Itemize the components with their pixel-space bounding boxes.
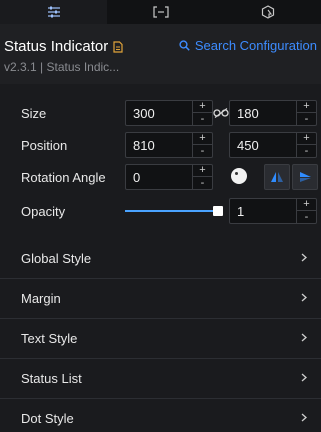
- tab-data[interactable]: [107, 0, 214, 24]
- section-label: Dot Style: [21, 411, 74, 426]
- section-status-list[interactable]: Status List: [0, 359, 321, 399]
- component-header: Status Indicator Search Configuration v2…: [0, 24, 321, 84]
- flip-horizontal-button[interactable]: [264, 164, 290, 190]
- document-icon[interactable]: [113, 40, 123, 53]
- opacity-value: 1: [237, 204, 245, 219]
- title-row: Status Indicator: [4, 38, 123, 55]
- position-y-value: 450: [237, 138, 259, 153]
- rotation-angle-stepper: + -: [192, 165, 212, 189]
- rotation-angle-input[interactable]: 0 + -: [125, 164, 213, 190]
- opacity-slider[interactable]: [125, 206, 223, 216]
- chevron-right-icon: [301, 293, 307, 302]
- position-x-value: 810: [133, 138, 155, 153]
- decrement-button[interactable]: -: [193, 145, 212, 157]
- tab-interaction[interactable]: [214, 0, 321, 24]
- interaction-icon: [261, 5, 274, 19]
- opacity-slider-fill: [125, 210, 218, 212]
- size-label: Size: [21, 106, 47, 121]
- decrement-button[interactable]: -: [297, 211, 316, 223]
- opacity-label: Opacity: [21, 204, 66, 219]
- chevron-right-icon: [301, 413, 307, 422]
- component-title: Status Indicator: [4, 38, 109, 55]
- position-x-input[interactable]: 810 + -: [125, 132, 213, 158]
- rotation-dial-indicator: [235, 172, 238, 175]
- increment-button[interactable]: +: [297, 133, 316, 145]
- increment-button[interactable]: +: [297, 199, 316, 211]
- decrement-button[interactable]: -: [193, 113, 212, 125]
- decrement-button[interactable]: -: [297, 145, 316, 157]
- section-global-style[interactable]: Global Style: [0, 239, 321, 279]
- search-icon: [179, 40, 190, 51]
- chevron-right-icon: [301, 373, 307, 382]
- increment-button[interactable]: +: [193, 165, 212, 177]
- position-y-stepper: + -: [296, 133, 316, 157]
- section-dot-style[interactable]: Dot Style: [0, 399, 321, 432]
- rotation-dial-knob[interactable]: [231, 168, 247, 184]
- increment-button[interactable]: +: [297, 101, 316, 113]
- position-y-input[interactable]: 450 + -: [229, 132, 317, 158]
- bracket-data-icon: [152, 6, 169, 18]
- opacity-stepper: + -: [296, 199, 316, 223]
- section-label: Text Style: [21, 331, 78, 346]
- opacity-slider-thumb[interactable]: [213, 206, 223, 216]
- flip-vertical-icon: [300, 172, 311, 182]
- decrement-button[interactable]: -: [297, 113, 316, 125]
- section-label: Global Style: [21, 251, 92, 266]
- size-height-stepper: + -: [296, 101, 316, 125]
- size-width-value: 300: [133, 106, 155, 121]
- size-height-value: 180: [237, 106, 259, 121]
- section-label: Margin: [21, 291, 61, 306]
- search-configuration-label: Search Configuration: [194, 38, 317, 53]
- position-label: Position: [21, 138, 68, 153]
- rotation-angle-label: Rotation Angle: [21, 170, 106, 185]
- size-width-input[interactable]: 300 + -: [125, 100, 213, 126]
- decrement-button[interactable]: -: [193, 177, 212, 189]
- position-x-stepper: + -: [192, 133, 212, 157]
- chevron-right-icon: [301, 333, 307, 342]
- rotation-angle-value: 0: [133, 170, 141, 185]
- size-height-input[interactable]: 180 + -: [229, 100, 317, 126]
- flip-horizontal-icon: [271, 172, 283, 182]
- search-configuration-link[interactable]: Search Configuration: [179, 38, 317, 53]
- flip-vertical-button[interactable]: [292, 164, 318, 190]
- link-aspect-ratio-icon[interactable]: [213, 105, 229, 123]
- version-info: v2.3.1 | Status Indic...: [4, 60, 120, 74]
- increment-button[interactable]: +: [193, 133, 212, 145]
- section-text-style[interactable]: Text Style: [0, 319, 321, 359]
- section-margin[interactable]: Margin: [0, 279, 321, 319]
- tab-style-settings[interactable]: [0, 0, 107, 24]
- sliders-icon: [47, 6, 60, 18]
- opacity-input[interactable]: 1 + -: [229, 198, 317, 224]
- panel-tab-bar: [0, 0, 321, 24]
- size-width-stepper: + -: [192, 101, 212, 125]
- chevron-right-icon: [301, 253, 307, 262]
- section-label: Status List: [21, 371, 82, 386]
- increment-button[interactable]: +: [193, 101, 212, 113]
